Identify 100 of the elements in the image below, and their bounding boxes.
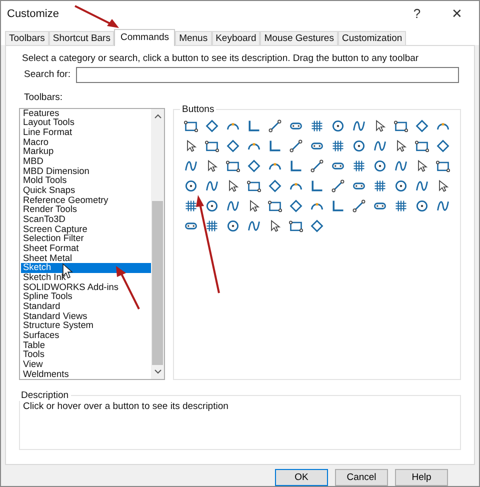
poly-tool-icon[interactable] [247,158,261,173]
corner-tool-icon[interactable] [310,178,324,193]
toolbar-item[interactable]: Structure System [21,321,151,331]
pointer-tool-icon[interactable] [184,138,198,153]
poly-tool-icon[interactable] [436,138,450,153]
rect-tool-icon[interactable] [268,198,282,213]
toolbar-item[interactable]: Sketch [21,263,151,273]
corner-tool-icon[interactable] [289,158,303,173]
pointer-tool-icon[interactable] [436,178,450,193]
poly-tool-icon[interactable] [268,178,282,193]
rect-tool-icon[interactable] [205,138,219,153]
pointer-tool-icon[interactable] [415,158,429,173]
corner-tool-icon[interactable] [247,118,261,133]
rect-tool-icon[interactable] [394,118,408,133]
grid-tool-icon[interactable] [352,158,366,173]
corner-tool-icon[interactable] [268,138,282,153]
rect-tool-icon[interactable] [289,218,303,233]
grid-tool-icon[interactable] [184,198,198,213]
line-tool-icon[interactable] [310,158,324,173]
pointer-tool-icon[interactable] [373,118,387,133]
toolbar-item[interactable]: SOLIDWORKS Add-ins [21,282,151,292]
curve-tool-icon[interactable] [352,118,366,133]
tab[interactable]: Commands [114,28,176,46]
toolbar-item[interactable]: Sheet Format [21,244,151,254]
poly-tool-icon[interactable] [289,198,303,213]
curve-tool-icon[interactable] [373,138,387,153]
pointer-tool-icon[interactable] [394,138,408,153]
help-button[interactable]: ? [399,6,435,22]
curve-tool-icon[interactable] [184,158,198,173]
line-tool-icon[interactable] [289,138,303,153]
scrollbar[interactable] [151,108,164,379]
dialog-button[interactable]: Help [395,469,448,486]
curve-tool-icon[interactable] [394,158,408,173]
toolbar-item[interactable]: MBD Dimension [21,166,151,176]
tab[interactable]: Toolbars [5,30,49,45]
toolbar-item[interactable]: Table [21,340,151,350]
pointer-tool-icon[interactable] [226,178,240,193]
rect-tool-icon[interactable] [184,118,198,133]
corner-tool-icon[interactable] [331,198,345,213]
tab[interactable]: Menus [175,30,212,45]
toolbar-item[interactable]: Sheet Metal [21,254,151,264]
grid-tool-icon[interactable] [373,178,387,193]
line-tool-icon[interactable] [268,118,282,133]
line-tool-icon[interactable] [331,178,345,193]
circle-tool-icon[interactable] [415,198,429,213]
curve-tool-icon[interactable] [436,198,450,213]
curve-tool-icon[interactable] [415,178,429,193]
curve-tool-icon[interactable] [226,198,240,213]
toolbar-item[interactable]: MBD [21,157,151,167]
toolbar-item[interactable]: ScanTo3D [21,215,151,225]
toolbar-item[interactable]: Spline Tools [21,292,151,302]
circle-tool-icon[interactable] [184,178,198,193]
tab[interactable]: Shortcut Bars [48,30,114,45]
tab[interactable]: Keyboard [212,30,260,45]
toolbar-item[interactable]: Markup [21,147,151,158]
curve-tool-icon[interactable] [205,178,219,193]
rect-tool-icon[interactable] [247,178,261,193]
circle-tool-icon[interactable] [373,158,387,173]
toolbar-item[interactable]: Screen Capture [21,224,151,234]
scroll-down-icon[interactable] [154,368,162,375]
toolbar-item[interactable]: Surfaces [21,330,151,341]
toolbar-item[interactable]: Render Tools [21,205,151,216]
line-tool-icon[interactable] [352,198,366,213]
toolbar-item[interactable]: Layout Tools [21,118,151,128]
grid-tool-icon[interactable] [310,118,324,133]
poly-tool-icon[interactable] [226,138,240,153]
pointer-tool-icon[interactable] [268,218,282,233]
toolbar-item[interactable]: View [21,360,151,370]
pointer-tool-icon[interactable] [247,198,261,213]
toolbar-item[interactable]: Sketch Ink [21,272,151,283]
toolbar-item[interactable]: Standard Views [21,312,151,322]
toolbar-item[interactable]: Features [21,108,151,118]
toolbar-item[interactable]: Selection Filter [21,234,151,244]
dialog-button[interactable]: Cancel [335,469,388,486]
pointer-tool-icon[interactable] [205,158,219,173]
toolbar-item[interactable]: Weldments [21,370,151,380]
dialog-button[interactable]: OK [275,469,328,486]
circle-tool-icon[interactable] [226,218,240,233]
scroll-up-icon[interactable] [154,112,162,119]
circle-tool-icon[interactable] [352,138,366,153]
grid-tool-icon[interactable] [205,218,219,233]
poly-tool-icon[interactable] [415,118,429,133]
toolbar-item[interactable]: Mold Tools [21,176,151,186]
tab[interactable]: Customization [338,30,406,45]
circle-tool-icon[interactable] [331,118,345,133]
poly-tool-icon[interactable] [205,118,219,133]
close-button[interactable]: ✕ [435,6,479,22]
circle-tool-icon[interactable] [205,198,219,213]
grid-tool-icon[interactable] [331,138,345,153]
grid-tool-icon[interactable] [394,198,408,213]
toolbar-item[interactable]: Macro [21,138,151,148]
poly-tool-icon[interactable] [310,218,324,233]
tab[interactable]: Mouse Gestures [260,30,338,45]
toolbar-item[interactable]: Tools [21,350,151,360]
rect-tool-icon[interactable] [436,158,450,173]
rect-tool-icon[interactable] [226,158,240,173]
toolbar-item[interactable]: Standard [21,302,151,312]
search-field[interactable] [76,66,459,83]
toolbar-item[interactable]: Quick Snaps [21,186,151,196]
toolbar-item[interactable]: Reference Geometry [21,196,151,206]
